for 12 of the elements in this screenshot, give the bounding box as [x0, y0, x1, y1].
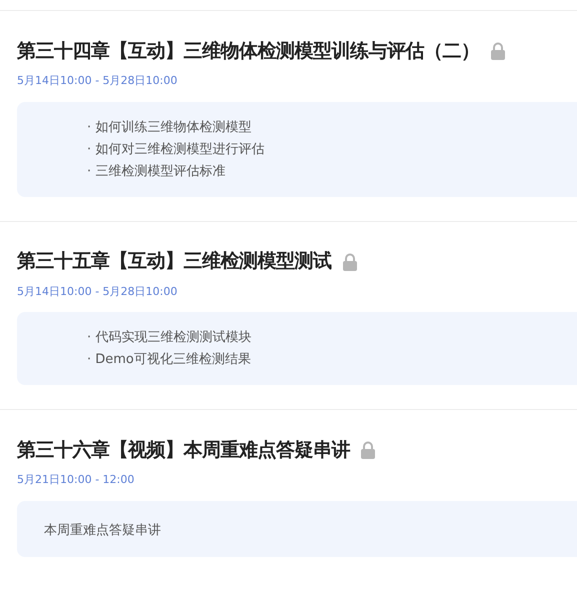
date-range: 5月14日10:00 - 5月28日10:00	[17, 284, 178, 300]
chapter-title[interactable]: 第三十四章【互动】三维物体检测模型训练与评估（二）	[17, 36, 480, 66]
date-range: 5月21日10:00 - 12:00	[17, 472, 136, 488]
description-text: 本周重难点答疑串讲	[44, 522, 161, 538]
chapter-title[interactable]: 第三十六章【视频】本周重难点答疑串讲	[17, 436, 350, 464]
topic-item: · 三维检测模型评估标准	[87, 162, 226, 180]
chapter-title[interactable]: 第三十五章【互动】三维检测模型测试	[17, 247, 332, 276]
topic-item: · 如何对三维检测模型进行评估	[87, 140, 266, 158]
topic-item: · 代码实现三维检测测试模块	[87, 329, 252, 347]
date-range: 5月14日10:00 - 5月28日10:00	[17, 73, 178, 89]
topic-item: · 如何训练三维物体检测模型	[87, 118, 252, 136]
topic-item: · Demo可视化三维检测结果	[87, 351, 252, 369]
